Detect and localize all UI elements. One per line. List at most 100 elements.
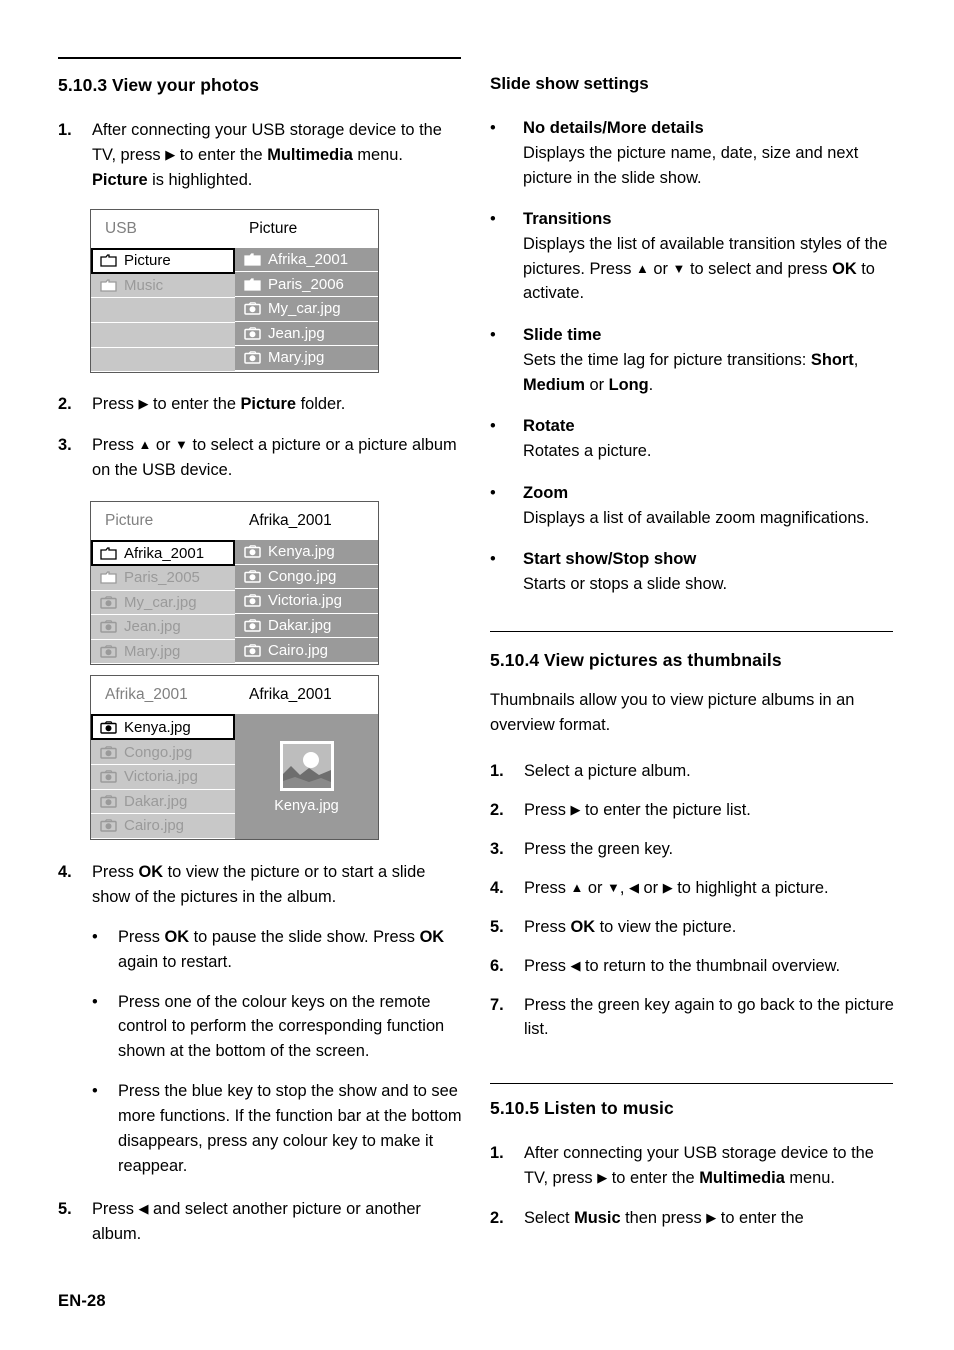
step4-part1: Press	[92, 862, 139, 881]
list-item[interactable]: Congo.jpg	[91, 740, 235, 765]
bullet-marker: •	[490, 483, 496, 502]
list-item[interactable]: Victoria.jpg	[235, 589, 378, 614]
list-item[interactable]: Mary.jpg	[235, 346, 378, 371]
step1-part3: menu.	[352, 145, 403, 164]
mockup-body: Picture Music Afrika_2001 Paris_2006 My_…	[91, 247, 378, 373]
mockup-left-pane: Kenya.jpg Congo.jpg Victoria.jpg Dakar.j…	[91, 714, 235, 839]
left-arrow-icon: ◀	[138, 1201, 149, 1217]
step-marker: 2.	[490, 800, 504, 819]
mockup-left-pane: Picture Music	[91, 247, 235, 373]
section-rule-5-10-5	[490, 1083, 893, 1084]
step-text: Press OK to view the picture.	[524, 915, 895, 940]
list-item[interactable]: Picture	[91, 247, 235, 274]
right-arrow-icon: ▶	[662, 879, 673, 895]
list-item[interactable]: Cairo.jpg	[91, 814, 235, 839]
list-item-label: Paris_2006	[268, 275, 344, 293]
preview-caption: Kenya.jpg	[274, 798, 339, 815]
left-column: 5.10.3 View your photos 1. After connecti…	[58, 75, 463, 1247]
down-arrow-icon: ▼	[672, 260, 686, 276]
top-rule-left	[58, 57, 461, 59]
list-item[interactable]: Dakar.jpg	[91, 789, 235, 815]
list-item-label: Mary.jpg	[268, 349, 325, 367]
setting-body: Transitions Displays the list of availab…	[523, 207, 895, 306]
camera-icon	[100, 620, 117, 634]
step-marker: 7.	[490, 995, 504, 1014]
list-item[interactable]: Mary.jpg	[91, 639, 235, 665]
mockup-header-right: Picture	[249, 219, 298, 237]
st-bold-short: Short	[810, 350, 854, 369]
left-steps-list-3: 4. Press OK to view the picture or to st…	[58, 860, 463, 1247]
list-item[interactable]: Kenya.jpg	[91, 714, 235, 741]
step-marker: 6.	[490, 956, 504, 975]
list-item[interactable]: Afrika_2001	[91, 540, 235, 566]
list-item-label: Afrika_2001	[124, 544, 205, 562]
camera-icon	[244, 351, 261, 365]
list-item[interactable]: My_car.jpg	[235, 297, 378, 322]
folder-icon	[100, 571, 117, 584]
step1-part4: is highlighted.	[147, 170, 253, 189]
step-marker: 5.	[58, 1200, 72, 1219]
mockup-left-pane: Afrika_2001 Paris_2005 My_car.jpg Jean.j…	[91, 540, 235, 665]
right-arrow-icon: ▶	[165, 146, 176, 162]
camera-icon	[244, 302, 261, 316]
list-item[interactable]: Cairo.jpg	[235, 638, 378, 663]
b1-part3: again to restart.	[118, 952, 232, 971]
bullet-marker: •	[490, 417, 496, 436]
folder-icon	[100, 546, 117, 560]
step-marker: 5.	[490, 917, 504, 936]
setting-start-stop-show: • Start show/Stop show Starts or stops a…	[490, 547, 895, 597]
setting-slide-time: • Slide time Sets the time lag for pictu…	[490, 323, 895, 397]
step2-part1: Press	[92, 395, 139, 414]
list-item-label: Dakar.jpg	[268, 617, 332, 635]
list-item-label: My_car.jpg	[124, 593, 197, 611]
step-text: Press the green key again to go back to …	[524, 995, 894, 1039]
step-3: 3. Press ▲ or ▼ to select a picture or a…	[58, 433, 463, 483]
ts6-p2: to return to the thumbnail overview.	[580, 956, 841, 975]
ms2-p1: Select	[524, 1208, 575, 1227]
camera-icon	[100, 819, 117, 833]
folder-icon	[244, 278, 261, 291]
section-title: View pictures as thumbnails	[544, 650, 782, 670]
list-item[interactable]: Kenya.jpg	[235, 540, 378, 565]
list-item[interactable]: Dakar.jpg	[235, 613, 378, 639]
left-arrow-icon: ◀	[629, 879, 639, 895]
mockup-body: Afrika_2001 Paris_2005 My_car.jpg Jean.j…	[91, 540, 378, 665]
list-item-label: Jean.jpg	[268, 324, 325, 342]
list-item[interactable]: Congo.jpg	[235, 564, 378, 590]
step-marker: 2.	[490, 1208, 504, 1227]
thumbnails-steps-list: 1. Select a picture album. 2. Press ▶ to…	[490, 759, 895, 1043]
folder-icon	[100, 279, 117, 292]
list-item-empty	[91, 323, 235, 348]
section-number: 5.10.4	[490, 650, 540, 670]
bullet-marker: •	[490, 119, 496, 138]
list-item[interactable]: Music	[91, 273, 235, 299]
picture-preview-pane: Kenya.jpg	[235, 714, 378, 839]
music-step-2: 2. Select Music then press ▶ to enter th…	[490, 1206, 895, 1231]
bullet-text: Press the blue key to stop the show and …	[118, 1082, 462, 1176]
step-marker: 1.	[58, 121, 72, 139]
list-item[interactable]: Victoria.jpg	[91, 764, 235, 790]
ms2-p3: to enter the	[716, 1208, 804, 1227]
list-item[interactable]: Afrika_2001	[235, 247, 378, 273]
step-text: After connecting your USB storage device…	[92, 118, 463, 193]
thumb-step-6: 6. Press ◀ to return to the thumbnail ov…	[490, 954, 895, 979]
list-item[interactable]: My_car.jpg	[91, 590, 235, 616]
ts5-bold-ok: OK	[570, 917, 596, 936]
step2-bold-picture: Picture	[240, 395, 297, 414]
thumb-step-5: 5. Press OK to view the picture.	[490, 915, 895, 940]
step-text: Press ◀ to return to the thumbnail overv…	[524, 954, 895, 979]
list-item[interactable]: Jean.jpg	[235, 321, 378, 347]
camera-icon	[244, 327, 261, 340]
right-column: Slide show settings • No details/More de…	[490, 73, 895, 597]
camera-icon	[100, 596, 117, 609]
step-marker: 4.	[490, 878, 504, 897]
section-heading-5-10-3: 5.10.3 View your photos	[58, 75, 463, 96]
slideshow-settings-heading: Slide show settings	[490, 74, 649, 93]
list-item-label: Cairo.jpg	[124, 817, 185, 835]
b1-bold1: OK	[164, 927, 190, 946]
camera-icon	[244, 594, 261, 608]
list-item[interactable]: Paris_2005	[91, 566, 235, 591]
list-item[interactable]: Jean.jpg	[91, 615, 235, 640]
section-heading-5-10-4: 5.10.4 View pictures as thumbnails	[490, 650, 895, 671]
list-item[interactable]: Paris_2006	[235, 272, 378, 297]
